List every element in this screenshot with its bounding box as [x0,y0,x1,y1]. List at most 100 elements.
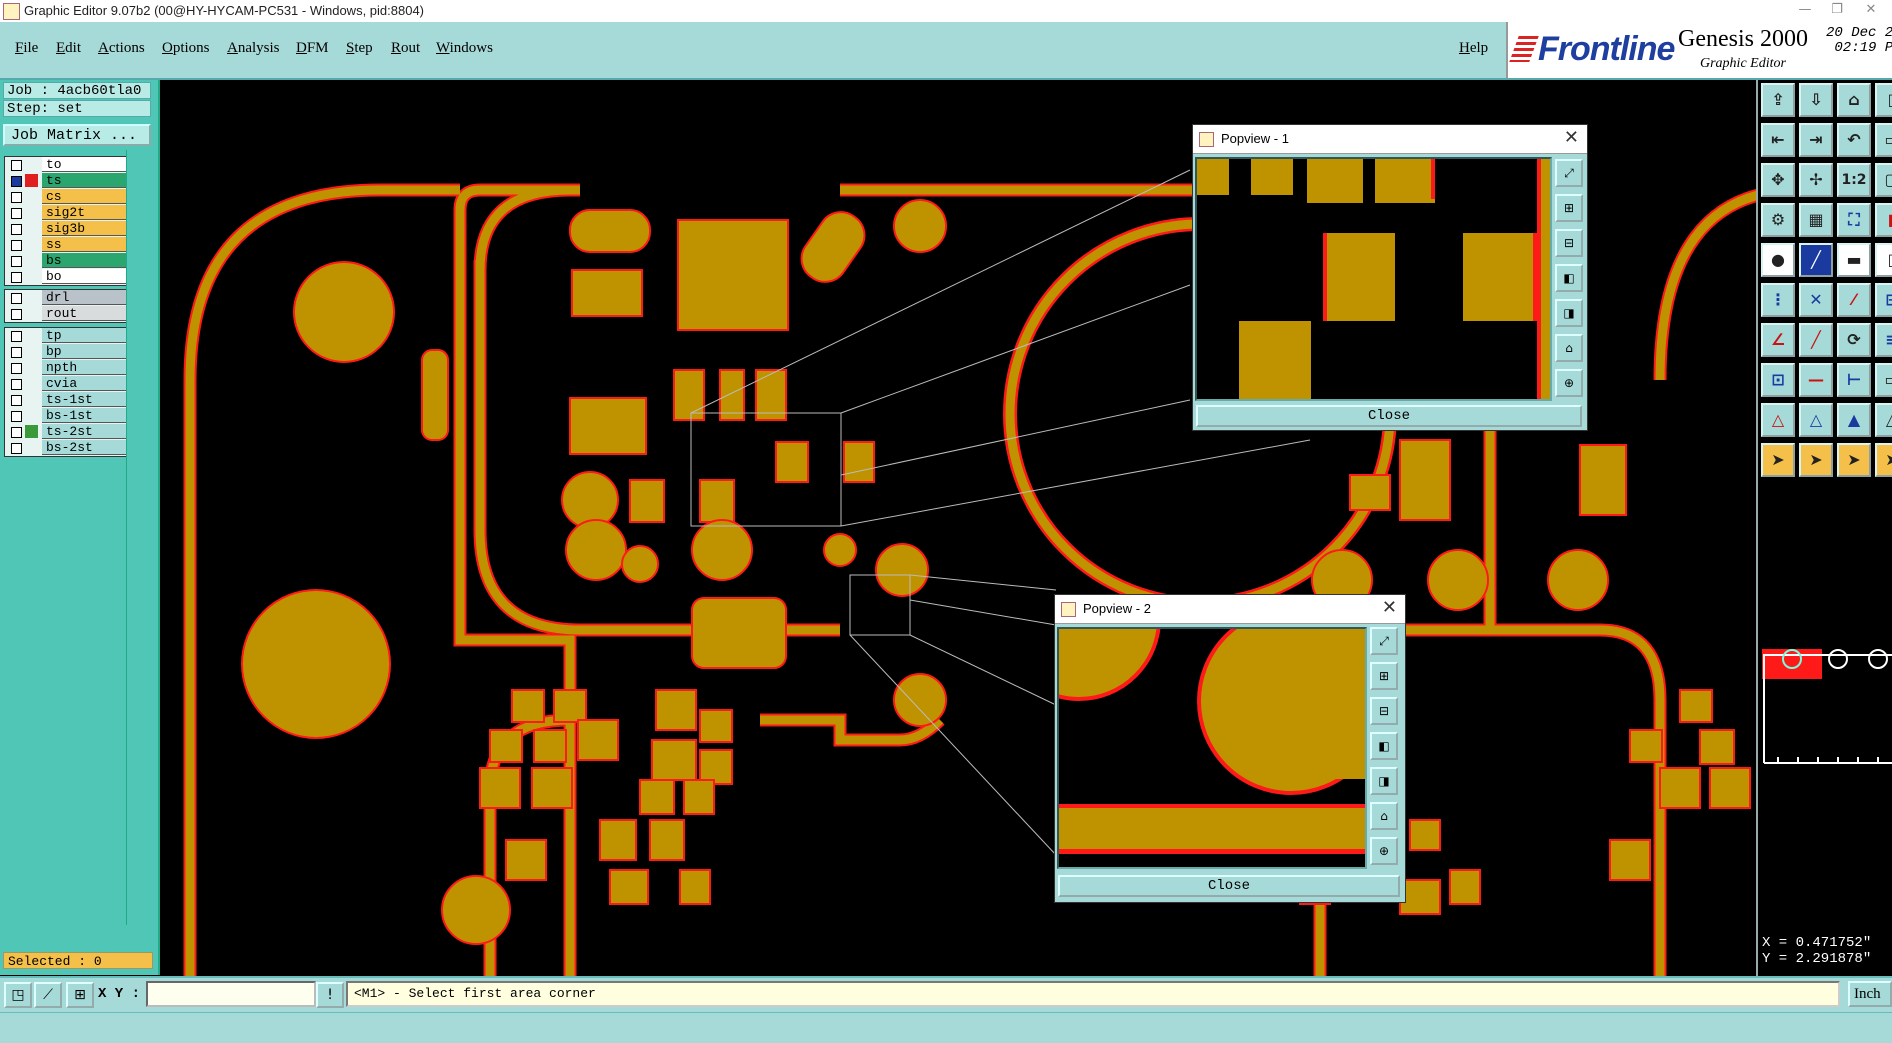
layer-checkbox[interactable] [11,192,22,203]
layer-checkbox[interactable] [11,240,22,251]
close-window-button[interactable]: ✕ [1856,2,1886,20]
layer-row-bs-2st[interactable]: bs-2st [5,440,127,456]
popview-1-home-icon[interactable]: ⌂ [1555,334,1583,362]
layer-row-npth[interactable]: npth [5,360,127,376]
tool-save-icon[interactable]: ⇩ [1799,83,1833,117]
popview-2-zoom-out-icon[interactable]: ⊟ [1370,697,1398,725]
layer-name[interactable]: bs-2st [42,440,126,455]
layer-row-sig3b[interactable]: sig3b [5,221,127,237]
layer-row-bs-1st[interactable]: bs-1st [5,408,127,424]
layer-checkbox[interactable] [11,176,22,187]
tool-align-icon[interactable]: ≡ [1875,323,1892,357]
layer-name[interactable]: to [42,157,126,172]
popview-1-pan-left-icon[interactable]: ◧ [1555,264,1583,292]
tool-measure-icon[interactable]: ⛶ [1837,203,1871,237]
layer-checkbox[interactable] [11,411,22,422]
layer-swatch[interactable] [25,393,38,406]
layer-row-tp[interactable]: tp [5,328,127,344]
layer-checkbox[interactable] [11,395,22,406]
layer-checkbox[interactable] [11,256,22,267]
popview-1-titlebar[interactable]: Popview - 1 ✕ [1193,125,1587,154]
tool-snap-grid-icon[interactable]: ⊟ [1875,283,1892,317]
layer-panel-scrollbar[interactable] [126,150,153,925]
layer-checkbox[interactable] [11,363,22,374]
popview-2-zoom-in-icon[interactable]: ⊞ [1370,662,1398,690]
layer-checkbox[interactable] [11,443,22,454]
layer-swatch[interactable] [25,270,38,283]
popview-2-titlebar[interactable]: Popview - 2 ✕ [1055,595,1405,624]
layer-name[interactable]: rout [42,306,126,321]
popview-2-pan-left-icon[interactable]: ◧ [1370,732,1398,760]
minimize-button[interactable]: — [1790,2,1820,20]
layer-name[interactable]: cvia [42,376,126,391]
tool-zoom-fit-icon[interactable]: ✥ [1761,163,1795,197]
layer-name[interactable]: ts-2st [42,424,126,439]
overview-map[interactable] [1758,645,1892,765]
tool-pad-icon[interactable]: ● [1761,243,1795,277]
layer-name[interactable]: ts [42,173,126,188]
layer-swatch[interactable] [25,158,38,171]
tool-triangle-icon[interactable]: △ [1761,403,1795,437]
layer-checkbox[interactable] [11,293,22,304]
layer-checkbox[interactable] [11,309,22,320]
layer-row-to[interactable]: to [5,157,127,173]
tool-text-icon[interactable]: ▯ [1875,243,1892,277]
tool-undo-zoom-icon[interactable]: ↶ [1837,123,1871,157]
tool-slash-icon[interactable]: ╱ [1799,323,1833,357]
layer-row-drl[interactable]: drl [5,290,127,306]
popview-1-zoom-out-icon[interactable]: ⊟ [1555,229,1583,257]
layer-name[interactable]: drl [42,290,126,305]
menu-help[interactable]: Help [1459,40,1488,57]
layer-name[interactable]: sig3b [42,221,126,236]
menu-step[interactable]: Step [346,40,373,57]
tool-highlight-icon[interactable]: ▮ [1875,203,1892,237]
layer-checkbox[interactable] [11,427,22,438]
layer-swatch[interactable] [25,291,38,304]
layer-row-ts-1st[interactable]: ts-1st [5,392,127,408]
layer-swatch[interactable] [25,377,38,390]
popview-2-fit-icon[interactable]: ⤢ [1370,627,1398,655]
layer-name[interactable]: ts-1st [42,392,126,407]
tool-dash-icon[interactable]: — [1799,363,1833,397]
popview-1-close-button[interactable]: Close [1196,405,1582,427]
tool-snap-icon[interactable]: ⚙ [1761,203,1795,237]
layer-row-bp[interactable]: bp [5,344,127,360]
layer-row-bs[interactable]: bs [5,253,127,269]
tool-zoom-ratio-icon[interactable]: 1:2 [1837,163,1871,197]
layer-name[interactable]: sig2t [42,205,126,220]
tool-triangle-outline-icon[interactable]: △ [1799,403,1833,437]
menu-file[interactable]: File [15,40,38,57]
layer-swatch[interactable] [25,174,38,187]
tool-open-icon[interactable]: ⇪ [1761,83,1795,117]
tool-point-icon[interactable]: ⁄ [1837,283,1871,317]
popview-2-canvas[interactable] [1057,627,1367,869]
tool-grid-icon[interactable]: ▦ [1799,203,1833,237]
tool-zoom-area-icon[interactable]: ▢ [1875,163,1892,197]
popview-1-canvas[interactable] [1195,157,1552,401]
popview-2-close-icon[interactable]: ✕ [1382,597,1397,618]
tool-select-area-icon[interactable]: ➤ [1837,443,1871,477]
layer-checkbox[interactable] [11,208,22,219]
grid-mode-icon[interactable]: ⊞ [66,982,94,1008]
layer-checkbox[interactable] [11,347,22,358]
job-matrix-button[interactable]: Job Matrix ... [3,124,151,146]
menu-dfm[interactable]: DFM [296,40,329,57]
tool-connect-icon[interactable]: ⋮ [1761,283,1795,317]
tool-page-icon[interactable]: ▯ [1875,83,1892,117]
measure-mode-icon[interactable]: ⟋ [34,982,62,1008]
layer-name[interactable]: tp [42,328,126,343]
tool-zoom-center-icon[interactable]: ✢ [1799,163,1833,197]
layer-swatch[interactable] [25,238,38,251]
popview-1-fit-icon[interactable]: ⤢ [1555,159,1583,187]
layer-swatch[interactable] [25,361,38,374]
layer-checkbox[interactable] [11,379,22,390]
layer-name[interactable]: bo [42,269,126,284]
layer-row-rout[interactable]: rout [5,306,127,322]
menu-options[interactable]: Options [162,40,210,57]
tool-pan-right-icon[interactable]: ⇥ [1799,123,1833,157]
popview-1-pan-right-icon[interactable]: ◨ [1555,299,1583,327]
tool-triangle-alt-icon[interactable]: △ [1875,403,1892,437]
popview-2-pan-right-icon[interactable]: ◨ [1370,767,1398,795]
layer-swatch[interactable] [25,206,38,219]
popview-2-center-icon[interactable]: ⊕ [1370,837,1398,865]
